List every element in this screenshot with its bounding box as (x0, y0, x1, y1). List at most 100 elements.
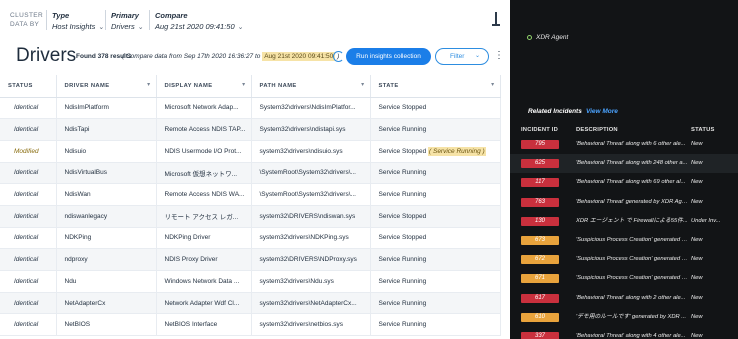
driver-name-cell: NetBIOS (56, 313, 157, 337)
compare-prefix: ( Compare data from Sep 17th 2020 16:36:… (122, 53, 261, 60)
incident-row[interactable]: 610 'デモ用のルールです' generated by XDR ... New (510, 308, 738, 327)
run-insights-button[interactable]: Run insights collection (346, 48, 431, 65)
table-row[interactable]: Identical NdisVirtualBus Microsoft 仮想ネットワ.… (0, 162, 501, 185)
column-header-state[interactable]: STATE ▾ (370, 75, 501, 98)
filter-button-label: Filter (450, 53, 465, 60)
incident-row[interactable]: 625 'Behavioral Threat' along with 248 ot… (510, 154, 738, 174)
type-selector[interactable]: Type Host Insights ⌄ (52, 11, 104, 33)
column-header-driver-name[interactable]: DRIVER NAME ▾ (56, 75, 157, 98)
status-cell: Modified (0, 140, 57, 163)
status-cell: Identical (0, 227, 57, 250)
path-name-cell: System32\drivers\ndistapi.sys (251, 118, 371, 141)
status-cell: Identical (0, 248, 57, 271)
status-header: STATUS (691, 127, 715, 133)
compare-value: Aug 21st 2020 09:41:50 (155, 22, 235, 31)
display-name-cell: Network Adapter Wdf Cl... (156, 292, 252, 315)
incident-row[interactable]: 671 'Suspicious Process Creation' generat… (510, 269, 738, 288)
incident-status: New (691, 256, 703, 263)
incident-status: New (691, 179, 703, 186)
table-row[interactable]: Identical NetAdapterCx Network Adapter Wdf… (0, 292, 501, 315)
compare-label: Compare (155, 11, 188, 20)
incident-row[interactable]: 795 'Behavioral Threat' along with 6 othe… (510, 135, 738, 154)
table-row[interactable]: Identical Ndu Windows Network Data ... syst… (0, 270, 501, 293)
status-cell: Identical (0, 97, 57, 120)
incident-status: New (691, 294, 703, 301)
agent-name: XDR Agent (536, 34, 569, 41)
main-pane: CLUSTER DATA BY Type Host Insights ⌄ Prim… (0, 0, 510, 339)
incident-id-badge[interactable]: 673 (521, 235, 559, 245)
incident-row[interactable]: 337 'Behavioral Threat' along with 4 othe… (510, 327, 738, 339)
column-filter-icon[interactable]: ▾ (361, 81, 364, 88)
column-filter-icon[interactable]: ▾ (242, 81, 245, 88)
type-value: Host Insights (52, 22, 96, 31)
incident-id-badge[interactable]: 117 (521, 178, 559, 188)
filter-button[interactable]: Filter ⌄ (435, 48, 489, 65)
incident-status: New (691, 313, 703, 320)
incident-id-badge[interactable]: 337 (521, 331, 559, 339)
incident-id-badge[interactable]: 617 (521, 293, 559, 303)
incident-status: New (691, 198, 703, 205)
divider (105, 10, 106, 30)
incident-row[interactable]: 763 'Behavioral Threat' generated by XDR … (510, 193, 738, 212)
refresh-icon[interactable] (333, 51, 344, 62)
display-name-cell: Remote Access NDIS TAP... (156, 118, 252, 141)
path-name-cell: System32\drivers\NdisImPlatfor... (251, 97, 371, 120)
incident-description: 'Behavioral Threat' along with 4 other a… (576, 332, 686, 339)
cluster-label: CLUSTER DATA BY (10, 12, 44, 28)
chevron-down-icon: ⌄ (474, 53, 480, 59)
incident-description: 'Behavioral Threat' along with 248 other… (576, 160, 688, 167)
path-name-cell: \SystemRoot\System32\drivers\... (251, 162, 371, 185)
driver-name-cell: Ndu (56, 270, 157, 293)
incident-row[interactable]: 130 XDR エージェント で Firewallによる55件... Under I… (510, 212, 738, 231)
driver-name-cell: NdisVirtualBus (56, 162, 157, 185)
table-row[interactable]: Identical NdisWan Remote Access NDIS WA...… (0, 183, 501, 206)
incident-row[interactable]: 617 'Behavioral Threat' along with 2 othe… (510, 289, 738, 308)
column-filter-icon[interactable]: ▾ (147, 81, 150, 88)
driver-name-cell: NdisImPlatform (56, 97, 157, 120)
incident-id-badge[interactable]: 795 (521, 140, 559, 149)
incident-id-badge[interactable]: 130 (521, 216, 559, 226)
more-options-icon[interactable]: ⋮ (494, 51, 504, 61)
incident-description: 'Suspicious Process Creation' generated … (576, 256, 688, 263)
divider (149, 10, 150, 30)
column-filter-icon[interactable]: ▾ (491, 81, 494, 88)
incident-row[interactable]: 117 'Behavioral Threat' along with 69 oth… (510, 173, 738, 192)
incident-id-badge[interactable]: 625 (521, 159, 559, 169)
driver-name-cell: Ndisuio (56, 140, 157, 163)
table-row[interactable]: Identical NDKPing NDKPing Driver system32\d… (0, 227, 501, 250)
table-row[interactable]: Identical ndproxy NDIS Proxy Driver system3… (0, 248, 501, 271)
compare-selector[interactable]: Compare Aug 21st 2020 09:41:50 ⌄ (155, 11, 244, 33)
display-name-cell: Windows Network Data ... (156, 270, 252, 293)
incident-status: New (691, 332, 703, 339)
column-header-path-name[interactable]: PATH NAME ▾ (251, 75, 371, 98)
incident-id-badge[interactable]: 671 (521, 274, 559, 284)
display-name-cell: Microsoft Network Adap... (156, 97, 252, 120)
table-row[interactable]: Identical ndiswanlegacy リモート アクセス レガ... sys… (0, 205, 501, 228)
table-row[interactable]: Identical NdisImPlatform Microsoft Network… (0, 97, 501, 120)
view-more-link[interactable]: View More (586, 108, 618, 115)
title-bar: Drivers Found 378 results ( Compare data… (0, 38, 510, 74)
incident-row[interactable]: 672 'Suspicious Process Creation' generat… (510, 250, 738, 269)
incident-description: 'Behavioral Threat' generated by XDR Age… (576, 198, 688, 205)
incident-description: 'Behavioral Threat' along with 2 other a… (576, 294, 686, 301)
column-header-status[interactable]: STATUS (0, 75, 57, 98)
incident-status: Under Inv... (691, 217, 721, 224)
primary-selector[interactable]: Primary Drivers ⌄ (111, 11, 144, 33)
path-name-cell: system32\DRIVERS\NDProxy.sys (251, 248, 371, 271)
page-title: Drivers (16, 45, 77, 66)
table-row[interactable]: Modified Ndisuio NDIS Usermode I/O Prot...… (0, 140, 501, 163)
column-header-display-name[interactable]: DISPLAY NAME ▾ (156, 75, 252, 98)
incident-id-badge[interactable]: 610 (521, 312, 559, 322)
incidents-panel: XDR Agent Related Incidents View More IN… (510, 0, 738, 339)
incident-id-badge[interactable]: 672 (521, 255, 559, 265)
sort-icon[interactable] (491, 12, 501, 28)
display-name-cell: NDIS Proxy Driver (156, 248, 252, 271)
incident-id-badge[interactable]: 763 (521, 197, 559, 207)
status-cell: Identical (0, 205, 57, 228)
incident-row[interactable]: 673 'Suspicious Process Creation' generat… (510, 231, 738, 250)
path-name-cell: system32\drivers\NDKPing.sys (251, 227, 371, 250)
table-row[interactable]: Identical NetBIOS NetBIOS Interface system3… (0, 313, 501, 337)
changed-value-highlight: ( Service Running ) (428, 146, 486, 156)
table-row[interactable]: Identical NdisTapi Remote Access NDIS TAP.… (0, 118, 501, 141)
state-cell: Service Running (370, 292, 501, 315)
